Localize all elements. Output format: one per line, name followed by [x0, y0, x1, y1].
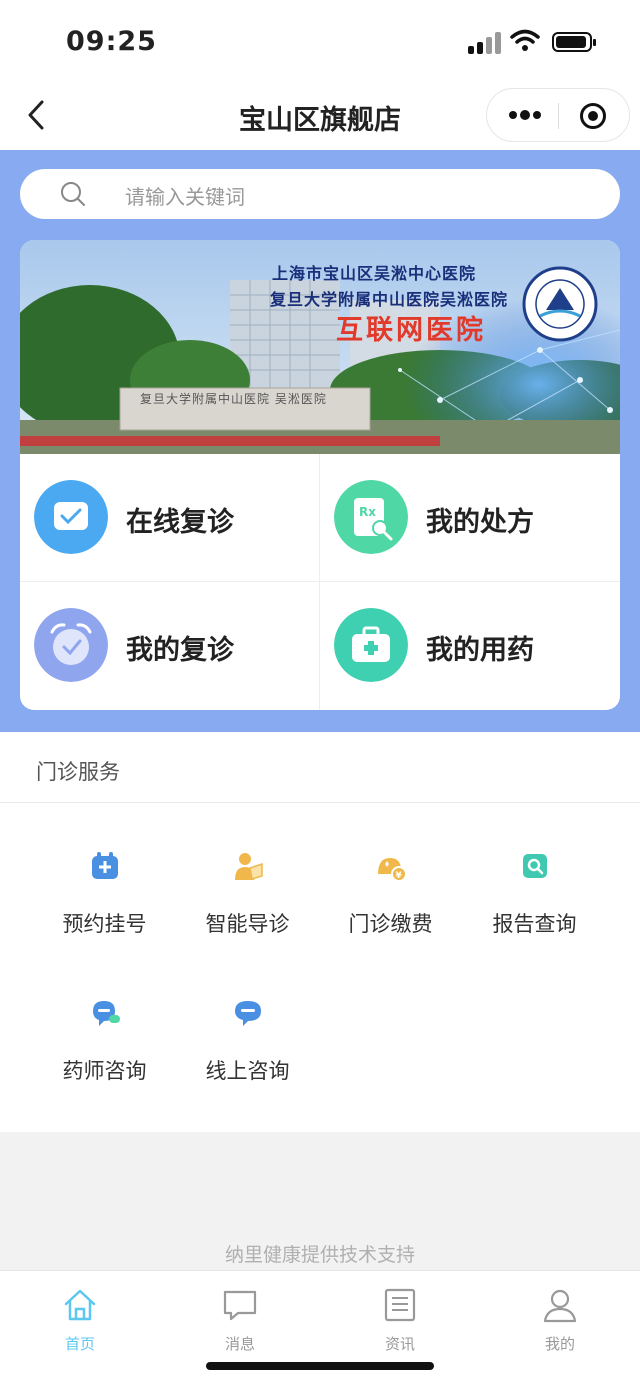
miniprogram-capsule — [486, 88, 630, 142]
feature-card: 上海市宝山区吴淞中心医院 复旦大学附属中山医院吴淞医院 互联网医院 复旦大学附属… — [20, 240, 620, 710]
more-icon[interactable] — [507, 105, 543, 125]
wifi-icon — [510, 29, 540, 51]
online-consult-label: 线上咨询 — [205, 1059, 290, 1083]
chat-bubble-icon — [34, 480, 108, 554]
outpatient-payment-item[interactable]: ¥ 门诊缴费 — [319, 850, 462, 970]
my-medication-entry[interactable]: 我的用药 — [320, 582, 619, 709]
calendar-plus-icon — [92, 852, 118, 879]
search-icon — [61, 182, 85, 206]
battery-icon — [552, 32, 596, 52]
banner-internet-hospital: 互联网医院 — [336, 315, 486, 346]
tech-support-note: 纳里健康提供技术支持 — [224, 1244, 415, 1266]
smart-guide-label: 智能导诊 — [205, 912, 290, 936]
outpatient-payment-label: 门诊缴费 — [348, 912, 433, 936]
services-header: 门诊服务 — [36, 760, 120, 784]
my-medication-label: 我的用药 — [426, 635, 534, 666]
profile-icon — [543, 1289, 577, 1323]
services-divider — [0, 802, 640, 803]
status-time: 09:25 — [66, 26, 157, 57]
smart-guide-item[interactable]: 智能导诊 — [176, 850, 319, 970]
tab-news-label: 资讯 — [384, 1335, 415, 1353]
banner-gate-sign: 复旦大学附属中山医院 吴淞医院 — [140, 392, 327, 406]
prescription-icon: Rx — [334, 480, 408, 554]
pharmacist-chat-icon — [93, 1001, 120, 1026]
report-query-label: 报告查询 — [492, 912, 577, 936]
home-indicator — [206, 1362, 434, 1370]
quick-entry-grid: 在线复诊 Rx 我的处方 我的复诊 我的用药 — [20, 454, 620, 710]
guide-person-icon — [235, 853, 263, 880]
signal-icon — [468, 30, 502, 54]
banner-hospital-affiliation: 复旦大学附属中山医院吴淞医院 — [270, 290, 509, 309]
nav-bar: 宝山区旗舰店 — [0, 80, 640, 150]
medicine-kit-icon — [334, 608, 408, 682]
alarm-clock-icon — [34, 608, 108, 682]
my-revisit-entry[interactable]: 我的复诊 — [20, 582, 319, 709]
tab-home[interactable]: 首页 — [30, 1287, 130, 1367]
message-icon — [223, 1290, 257, 1321]
appointment-booking-label: 预约挂号 — [62, 912, 147, 936]
pharmacist-consult-label: 药师咨询 — [62, 1059, 147, 1083]
hero-section: 请输入关键词 上海市宝山区吴淞中心医院 复旦大学附属中山医院吴淞医院 互联网医院… — [0, 150, 640, 732]
online-consult-item[interactable]: 线上咨询 — [176, 997, 319, 1117]
report-query-item[interactable]: 报告查询 — [463, 850, 606, 970]
svg-text:¥: ¥ — [396, 871, 403, 881]
tab-profile-label: 我的 — [544, 1335, 575, 1353]
capsule-divider — [558, 103, 559, 129]
tab-messages-label: 消息 — [224, 1335, 255, 1353]
search-input[interactable]: 请输入关键词 — [20, 169, 620, 219]
my-revisit-label: 我的复诊 — [126, 635, 234, 666]
home-icon — [64, 1289, 96, 1321]
report-search-icon — [523, 854, 547, 878]
outpatient-services: 门诊服务 预约挂号 智能导诊 ¥ 门诊缴费 报告查询 药师咨询 线上咨询 — [0, 732, 640, 1132]
my-prescription-entry[interactable]: Rx 我的处方 — [320, 454, 619, 581]
online-revisit-entry[interactable]: 在线复诊 — [20, 454, 319, 581]
svg-text:Rx: Rx — [359, 505, 376, 519]
pharmacist-consult-item[interactable]: 药师咨询 — [33, 997, 176, 1117]
my-prescription-label: 我的处方 — [426, 507, 534, 538]
search-placeholder: 请输入关键词 — [125, 185, 245, 209]
tab-news[interactable]: 资讯 — [350, 1287, 450, 1367]
hospital-banner[interactable]: 上海市宝山区吴淞中心医院 复旦大学附属中山医院吴淞医院 互联网医院 复旦大学附属… — [20, 240, 620, 454]
online-revisit-label: 在线复诊 — [126, 507, 234, 538]
status-bar: 09:25 — [0, 0, 640, 80]
close-miniprogram-icon[interactable] — [579, 102, 607, 130]
tab-profile[interactable]: 我的 — [510, 1287, 610, 1367]
news-icon — [384, 1288, 416, 1322]
banner-hospital-name: 上海市宝山区吴淞中心医院 — [272, 264, 477, 283]
appointment-booking-item[interactable]: 预约挂号 — [33, 850, 176, 970]
tab-home-label: 首页 — [64, 1335, 95, 1353]
tab-messages[interactable]: 消息 — [190, 1287, 290, 1367]
online-chat-icon — [235, 1001, 261, 1026]
payment-icon: ¥ — [378, 858, 407, 882]
